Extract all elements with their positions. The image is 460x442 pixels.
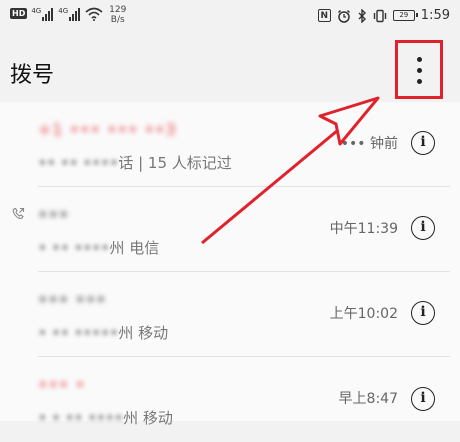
caller-details: • • •• ••••州 移动	[38, 407, 173, 428]
call-info-icon[interactable]: i	[411, 387, 435, 411]
call-time: 中午11:39	[329, 221, 398, 237]
battery-icon: 29	[392, 10, 418, 21]
call-log-row[interactable]: ••• • •• ••••州 电信 中午11:39 i	[0, 187, 460, 272]
bluetooth-icon	[358, 8, 366, 23]
alarm-icon	[337, 9, 350, 23]
call-log-row[interactable]: ••• • • • •• ••••州 移动 早上8:47 i	[0, 357, 460, 442]
caller-name: •••	[38, 205, 70, 224]
more-dot	[417, 57, 422, 62]
call-log-list: +1 ••• ••• ••3 •• •• ••••话 | 15 人标记过 •••…	[0, 102, 460, 427]
app-header: 拨号	[0, 38, 460, 102]
status-bar-left: HD 4G 4G 129 B/s	[10, 5, 126, 25]
caller-name: ••• •	[38, 375, 86, 394]
more-dot	[417, 68, 422, 73]
caller-details: •• •• ••••话 | 15 人标记过	[38, 152, 232, 173]
call-info-icon[interactable]: i	[411, 216, 435, 240]
signal-icon: 4G	[58, 7, 81, 21]
signal-icon: 4G	[31, 7, 54, 21]
call-log-row[interactable]: +1 ••• ••• ••3 •• •• ••••话 | 15 人标记过 •••…	[0, 102, 460, 187]
status-bar-right: N 29 1:59	[317, 8, 450, 23]
caller-details-text: 州 移动	[118, 324, 169, 342]
network-speed-value: 129	[109, 5, 127, 15]
clock: 1:59	[420, 8, 450, 23]
network-speed-unit: B/s	[110, 15, 125, 25]
caller-details: • •• ••••州 电信	[38, 237, 159, 258]
page-title: 拨号	[10, 63, 55, 88]
caller-details-masked: • •• •••••	[38, 324, 119, 342]
vibrate-icon	[373, 9, 386, 22]
caller-details-text: 话 | 15 人标记过	[118, 154, 232, 172]
call-log-row[interactable]: ••• ••• • •• •••••州 移动 上午10:02 i	[0, 272, 460, 357]
caller-details: • •• •••••州 移动	[38, 322, 168, 343]
caller-details-text: 州 电信	[109, 239, 160, 257]
hd-voice-icon: HD	[10, 8, 28, 19]
network-generation-label: 4G	[58, 7, 69, 15]
caller-name: ••• •••	[38, 290, 107, 309]
caller-details-text: 州 移动	[123, 409, 173, 427]
call-time: 上午10:02	[329, 306, 398, 322]
call-time: ••• 钟前	[340, 136, 398, 152]
network-speed: 129 B/s	[109, 5, 126, 25]
caller-details-masked: •• •• ••••	[38, 154, 119, 172]
nfc-icon: N	[317, 9, 331, 22]
outgoing-call-icon	[12, 207, 25, 219]
call-info-icon[interactable]: i	[411, 131, 435, 155]
call-info-icon[interactable]: i	[411, 301, 435, 325]
more-dot	[417, 79, 422, 84]
caller-details-masked: • • •• ••••	[38, 409, 124, 427]
caller-details-masked: • •• ••••	[38, 239, 110, 257]
more-options-button[interactable]	[395, 40, 443, 99]
status-bar: HD 4G 4G 129 B/s N 29 1:59	[0, 0, 460, 38]
caller-name: +1 ••• ••• ••3	[38, 120, 177, 139]
network-generation-label: 4G	[31, 7, 42, 15]
call-time: 早上8:47	[338, 391, 398, 407]
wifi-icon	[85, 7, 103, 21]
